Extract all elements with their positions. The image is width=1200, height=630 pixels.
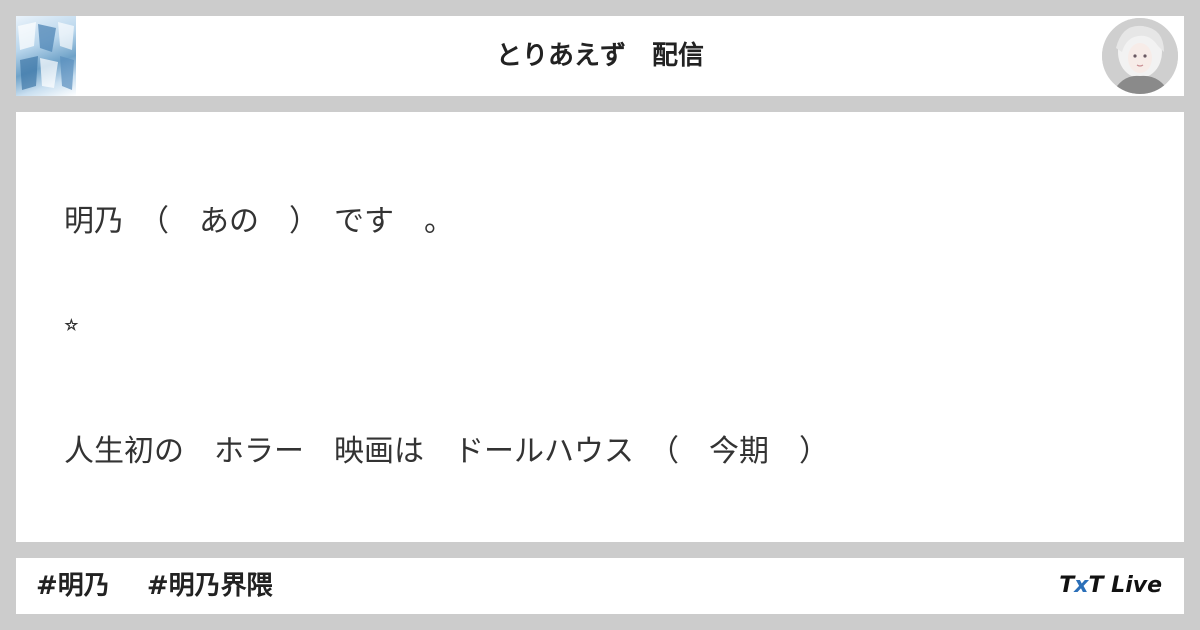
logo-text-accent: x — [1074, 573, 1089, 598]
footer-bar: #明乃 #明乃界隈 TxT Live — [16, 558, 1184, 614]
hashtag-link[interactable]: #明乃界隈 — [147, 571, 273, 601]
logo-text: Live — [1103, 573, 1162, 598]
body-line-star: ⭐︎ — [64, 312, 79, 337]
stream-title: とりあえず 配信 — [495, 41, 704, 71]
logo-text: T — [1088, 573, 1104, 598]
body-line-intro: 明乃 （ あの ） です 。 — [64, 204, 454, 239]
user-avatar[interactable] — [1102, 18, 1178, 94]
header-bar: とりあえず 配信 — [16, 16, 1184, 96]
logo-text: T — [1059, 573, 1075, 598]
hashtag-link[interactable]: #明乃 — [36, 571, 110, 601]
post-body: 明乃 （ あの ） です 。 ⭐︎ 人生初の ホラー 映画は ドールハウス （ … — [16, 112, 1184, 542]
body-line-movie: 人生初の ホラー 映画は ドールハウス （ 今期 ） — [64, 434, 829, 469]
hashtag-list: #明乃 #明乃界隈 — [36, 558, 301, 614]
txt-live-logo[interactable]: TxT Live — [1059, 558, 1162, 614]
